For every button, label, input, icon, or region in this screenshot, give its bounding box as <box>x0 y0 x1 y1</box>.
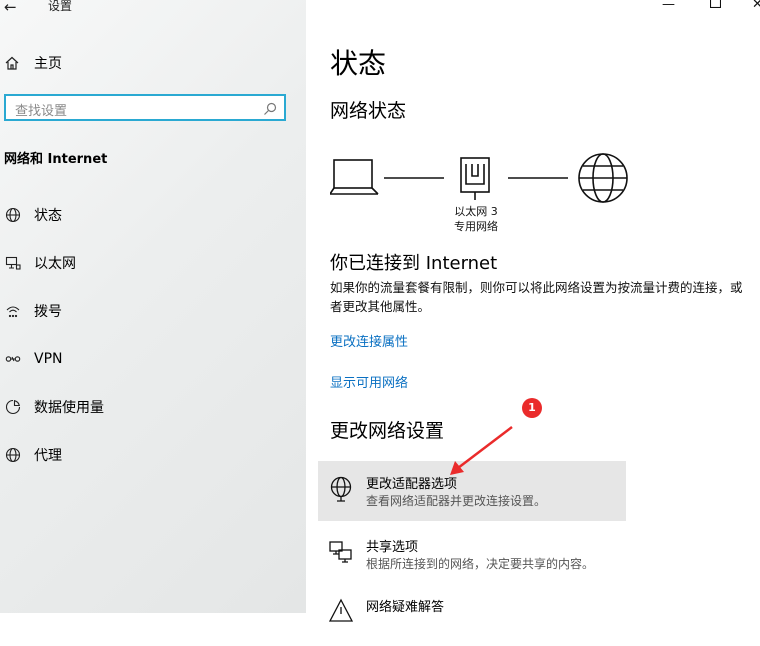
adapter-type: 专用网络 <box>454 220 498 233</box>
data-usage-icon <box>4 399 22 415</box>
adapter-globe-icon <box>328 476 354 506</box>
sidebar-item-label: 数据使用量 <box>34 400 104 416</box>
sidebar-item-label: VPN <box>34 351 63 367</box>
change-network-settings-title: 更改网络设置 <box>330 420 445 442</box>
option-title: 共享选项 <box>366 540 419 555</box>
ethernet-icon <box>4 255 22 271</box>
sidebar-item-label: 以太网 <box>34 256 76 272</box>
globe-icon <box>4 207 22 223</box>
ethernet-adapter-icon <box>460 157 490 200</box>
option-title: 网络疑难解答 <box>366 600 445 615</box>
annotation-badge: 1 <box>522 398 542 418</box>
home-label: 主页 <box>34 56 62 72</box>
sidebar: ← 设置 主页 查找设置 网络和 Internet 状态 以太网 拨号 VPN … <box>0 0 306 613</box>
sidebar-item-proxy[interactable]: 代理 <box>4 443 294 467</box>
search-input[interactable]: 查找设置 <box>15 100 67 119</box>
sidebar-item-ethernet[interactable]: 以太网 <box>4 251 294 275</box>
dialup-icon <box>4 303 22 319</box>
section-title: 网络和 Internet <box>4 152 108 167</box>
minimize-icon[interactable]: — <box>662 0 675 12</box>
search-box[interactable]: 查找设置 <box>4 94 286 121</box>
network-troubleshooter[interactable]: 网络疑难解答 <box>318 586 626 646</box>
sidebar-item-data-usage[interactable]: 数据使用量 <box>4 395 294 419</box>
sidebar-home[interactable]: 主页 <box>4 52 62 74</box>
change-connection-properties-link[interactable]: 更改连接属性 <box>330 331 408 350</box>
option-description: 查看网络适配器并更改连接设置。 <box>366 494 547 508</box>
change-adapter-options[interactable]: 更改适配器选项 查看网络适配器并更改连接设置。 <box>318 461 626 521</box>
search-icon[interactable] <box>263 101 277 120</box>
sidebar-item-label: 状态 <box>34 208 62 224</box>
main-content: — ✕ 状态 网络状态 以太网 3 专用网络 你已连接到 Internet 如果… <box>306 0 760 622</box>
page-title: 状态 <box>330 47 387 80</box>
proxy-globe-icon <box>4 447 22 463</box>
back-arrow-icon[interactable]: ← <box>4 0 17 16</box>
sharing-icon <box>328 539 354 569</box>
option-title: 更改适配器选项 <box>366 477 458 492</box>
sharing-options[interactable]: 共享选项 根据所连接到的网络，决定要共享的内容。 <box>318 524 626 584</box>
network-status-title: 网络状态 <box>330 100 407 122</box>
warning-icon <box>328 598 354 628</box>
connected-title: 你已连接到 Internet <box>330 253 498 274</box>
option-description: 根据所连接到的网络，决定要共享的内容。 <box>366 557 595 571</box>
app-title: 设置 <box>48 0 73 13</box>
computer-icon <box>330 159 379 195</box>
sidebar-item-label: 拨号 <box>34 304 62 320</box>
adapter-label: 以太网 3 专用网络 <box>438 204 514 234</box>
sidebar-item-status[interactable]: 状态 <box>4 203 294 227</box>
maximize-icon[interactable] <box>709 0 722 12</box>
close-icon[interactable]: ✕ <box>752 0 760 12</box>
adapter-name: 以太网 3 <box>454 205 498 218</box>
sidebar-item-dialup[interactable]: 拨号 <box>4 299 294 323</box>
show-available-networks-link[interactable]: 显示可用网络 <box>330 372 408 391</box>
sidebar-item-vpn[interactable]: VPN <box>4 347 294 371</box>
internet-globe-icon <box>578 153 628 203</box>
home-icon <box>4 55 22 71</box>
vpn-icon <box>4 351 22 367</box>
sidebar-item-label: 代理 <box>34 448 62 464</box>
connected-description: 如果你的流量套餐有限制，则你可以将此网络设置为按流量计费的连接，或者更改其他属性… <box>330 280 743 314</box>
